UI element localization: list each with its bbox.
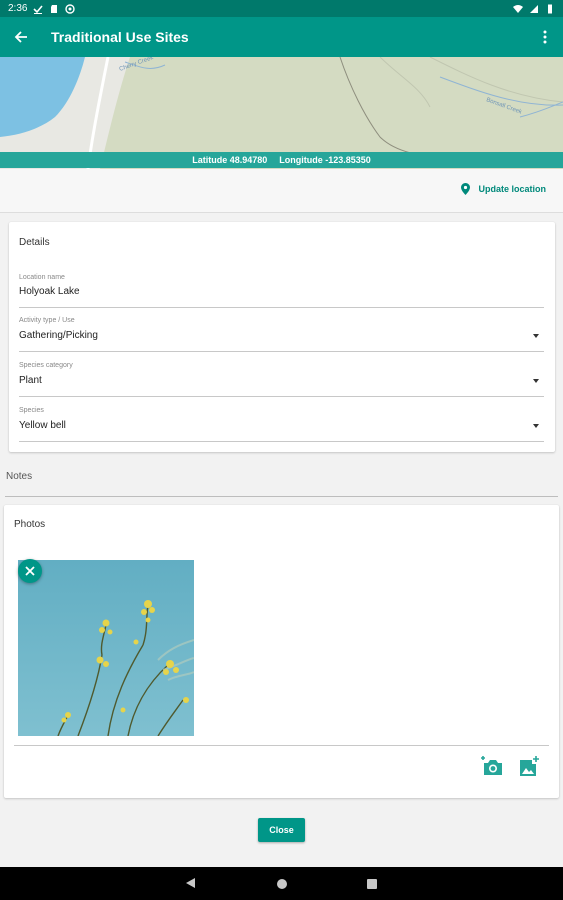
battery-icon xyxy=(548,4,552,13)
download-done-icon xyxy=(33,4,44,14)
overflow-menu-button[interactable] xyxy=(527,17,563,57)
location-name-value: Holyoak Lake xyxy=(19,286,80,297)
remove-photo-button[interactable] xyxy=(18,559,42,583)
add-image-button[interactable] xyxy=(518,754,542,778)
nav-recents-icon[interactable] xyxy=(367,879,377,889)
system-nav-bar xyxy=(0,867,563,900)
location-name-field[interactable]: Location name Holyoak Lake xyxy=(19,274,544,308)
add-photo-camera-icon xyxy=(481,756,502,775)
add-image-icon xyxy=(520,756,539,776)
activity-type-label: Activity type / Use xyxy=(19,317,75,324)
dropdown-arrow-icon xyxy=(533,424,539,428)
take-photo-button[interactable] xyxy=(480,754,504,778)
close-icon xyxy=(25,566,35,576)
nav-home-icon[interactable] xyxy=(277,879,287,889)
status-bar: 2:36 xyxy=(0,0,563,17)
update-location-label: Update location xyxy=(478,184,546,194)
activity-type-value: Gathering/Picking xyxy=(19,330,98,341)
location-name-label: Location name xyxy=(19,274,65,281)
photo-thumbnail[interactable] xyxy=(18,560,194,736)
wifi-icon xyxy=(513,4,523,13)
details-title: Details xyxy=(19,237,50,248)
latitude-text: Latitude 48.94780 xyxy=(192,155,268,165)
page-title: Traditional Use Sites xyxy=(51,29,189,45)
location-row: Update location xyxy=(0,169,563,213)
photos-title: Photos xyxy=(14,519,46,530)
dropdown-arrow-icon xyxy=(533,334,539,338)
species-category-select[interactable]: Species category Plant xyxy=(19,362,544,397)
species-select[interactable]: Species Yellow bell xyxy=(19,407,544,442)
coordinates-bar: Latitude 48.94780 Longitude -123.85350 xyxy=(0,152,563,168)
species-category-value: Plant xyxy=(19,375,42,386)
details-card: Details Location name Holyoak Lake Activ… xyxy=(9,222,555,452)
species-label: Species xyxy=(19,407,44,414)
yellow-flowers-photo xyxy=(18,560,194,736)
photos-card: Photos xyxy=(4,505,559,798)
signal-icon xyxy=(530,4,538,13)
update-location-button[interactable]: Update location xyxy=(461,183,546,195)
photos-divider xyxy=(14,745,549,746)
sync-icon xyxy=(65,3,76,14)
arrow-back-icon xyxy=(14,31,27,43)
species-category-label: Species category xyxy=(19,362,73,369)
sd-card-icon xyxy=(51,4,58,13)
more-vert-icon xyxy=(543,30,547,44)
dropdown-arrow-icon xyxy=(533,379,539,383)
status-time: 2:36 xyxy=(8,3,28,14)
close-button[interactable]: Close xyxy=(258,818,305,842)
location-pin-icon xyxy=(461,183,471,195)
notes-underline xyxy=(5,496,558,497)
species-value: Yellow bell xyxy=(19,420,66,431)
back-button[interactable] xyxy=(1,17,41,57)
activity-type-select[interactable]: Activity type / Use Gathering/Picking xyxy=(19,317,544,352)
app-bar: Traditional Use Sites xyxy=(0,17,563,57)
nav-back-icon[interactable] xyxy=(186,878,195,888)
notes-field[interactable]: Notes xyxy=(6,471,32,482)
longitude-text: Longitude -123.85350 xyxy=(279,155,371,165)
